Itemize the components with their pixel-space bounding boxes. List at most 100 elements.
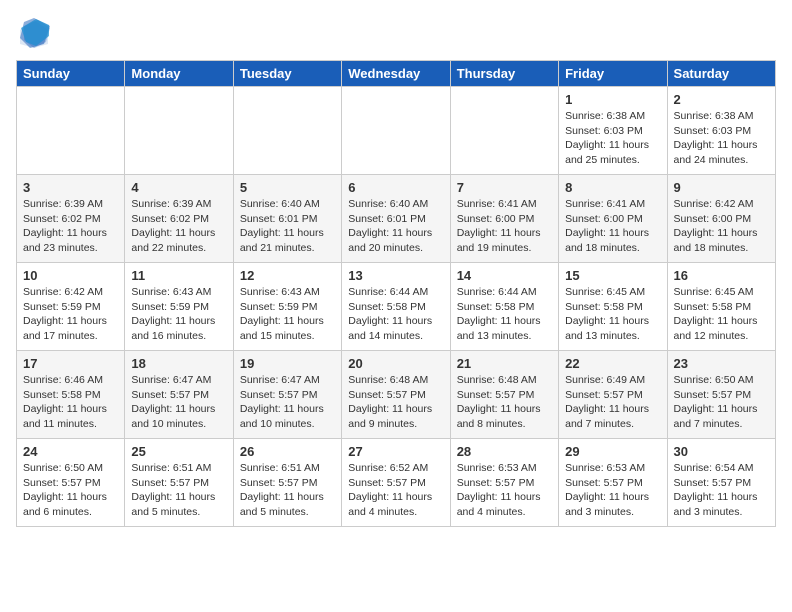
day-header-saturday: Saturday	[667, 61, 775, 87]
calendar-cell: 16 Sunrise: 6:45 AM Sunset: 5:58 PM Dayli…	[667, 263, 775, 351]
calendar-week-row: 10 Sunrise: 6:42 AM Sunset: 5:59 PM Dayli…	[17, 263, 776, 351]
day-header-monday: Monday	[125, 61, 233, 87]
calendar-cell: 5 Sunrise: 6:40 AM Sunset: 6:01 PM Daylig…	[233, 175, 341, 263]
day-info: Sunrise: 6:53 AM Sunset: 5:57 PM Dayligh…	[565, 461, 660, 520]
day-number: 4	[131, 180, 226, 195]
day-info: Sunrise: 6:41 AM Sunset: 6:00 PM Dayligh…	[565, 197, 660, 256]
day-number: 5	[240, 180, 335, 195]
calendar-cell: 24 Sunrise: 6:50 AM Sunset: 5:57 PM Dayli…	[17, 439, 125, 527]
day-info: Sunrise: 6:52 AM Sunset: 5:57 PM Dayligh…	[348, 461, 443, 520]
calendar-body: 1Sunrise: 6:38 AM Sunset: 6:03 PM Daylig…	[17, 87, 776, 527]
calendar-cell: 2 Sunrise: 6:38 AM Sunset: 6:03 PM Daylig…	[667, 87, 775, 175]
day-header-sunday: Sunday	[17, 61, 125, 87]
day-info: Sunrise: 6:51 AM Sunset: 5:57 PM Dayligh…	[131, 461, 226, 520]
calendar-cell: 28Sunrise: 6:53 AM Sunset: 5:57 PM Dayli…	[450, 439, 558, 527]
calendar-cell: 3 Sunrise: 6:39 AM Sunset: 6:02 PM Daylig…	[17, 175, 125, 263]
calendar-cell: 17 Sunrise: 6:46 AM Sunset: 5:58 PM Dayli…	[17, 351, 125, 439]
day-info: Sunrise: 6:49 AM Sunset: 5:57 PM Dayligh…	[565, 373, 660, 432]
day-number: 21	[457, 356, 552, 371]
day-info: Sunrise: 6:42 AM Sunset: 5:59 PM Dayligh…	[23, 285, 118, 344]
calendar-cell: 14Sunrise: 6:44 AM Sunset: 5:58 PM Dayli…	[450, 263, 558, 351]
day-info: Sunrise: 6:45 AM Sunset: 5:58 PM Dayligh…	[565, 285, 660, 344]
calendar-table: SundayMondayTuesdayWednesdayThursdayFrid…	[16, 60, 776, 527]
day-info: Sunrise: 6:44 AM Sunset: 5:58 PM Dayligh…	[348, 285, 443, 344]
day-info: Sunrise: 6:38 AM Sunset: 6:03 PM Dayligh…	[674, 109, 769, 168]
calendar-week-row: 1Sunrise: 6:38 AM Sunset: 6:03 PM Daylig…	[17, 87, 776, 175]
day-number: 2	[674, 92, 769, 107]
logo-icon	[16, 16, 52, 52]
day-number: 26	[240, 444, 335, 459]
calendar-cell	[17, 87, 125, 175]
calendar-cell: 11 Sunrise: 6:43 AM Sunset: 5:59 PM Dayli…	[125, 263, 233, 351]
day-info: Sunrise: 6:47 AM Sunset: 5:57 PM Dayligh…	[240, 373, 335, 432]
day-info: Sunrise: 6:45 AM Sunset: 5:58 PM Dayligh…	[674, 285, 769, 344]
day-number: 25	[131, 444, 226, 459]
calendar-cell: 9Sunrise: 6:42 AM Sunset: 6:00 PM Daylig…	[667, 175, 775, 263]
calendar-cell: 21 Sunrise: 6:48 AM Sunset: 5:57 PM Dayli…	[450, 351, 558, 439]
day-info: Sunrise: 6:47 AM Sunset: 5:57 PM Dayligh…	[131, 373, 226, 432]
day-info: Sunrise: 6:40 AM Sunset: 6:01 PM Dayligh…	[240, 197, 335, 256]
day-number: 28	[457, 444, 552, 459]
calendar-cell: 30 Sunrise: 6:54 AM Sunset: 5:57 PM Dayli…	[667, 439, 775, 527]
calendar-cell	[342, 87, 450, 175]
day-number: 10	[23, 268, 118, 283]
day-number: 11	[131, 268, 226, 283]
calendar-header-row: SundayMondayTuesdayWednesdayThursdayFrid…	[17, 61, 776, 87]
day-info: Sunrise: 6:50 AM Sunset: 5:57 PM Dayligh…	[23, 461, 118, 520]
calendar-cell: 26 Sunrise: 6:51 AM Sunset: 5:57 PM Dayli…	[233, 439, 341, 527]
day-header-wednesday: Wednesday	[342, 61, 450, 87]
day-number: 29	[565, 444, 660, 459]
day-info: Sunrise: 6:50 AM Sunset: 5:57 PM Dayligh…	[674, 373, 769, 432]
day-info: Sunrise: 6:43 AM Sunset: 5:59 PM Dayligh…	[240, 285, 335, 344]
day-info: Sunrise: 6:48 AM Sunset: 5:57 PM Dayligh…	[457, 373, 552, 432]
calendar-cell: 27 Sunrise: 6:52 AM Sunset: 5:57 PM Dayli…	[342, 439, 450, 527]
calendar-cell: 18 Sunrise: 6:47 AM Sunset: 5:57 PM Dayli…	[125, 351, 233, 439]
calendar-week-row: 24 Sunrise: 6:50 AM Sunset: 5:57 PM Dayli…	[17, 439, 776, 527]
day-number: 27	[348, 444, 443, 459]
calendar-cell: 15Sunrise: 6:45 AM Sunset: 5:58 PM Dayli…	[559, 263, 667, 351]
logo	[16, 16, 56, 52]
day-info: Sunrise: 6:41 AM Sunset: 6:00 PM Dayligh…	[457, 197, 552, 256]
calendar-cell: 22Sunrise: 6:49 AM Sunset: 5:57 PM Dayli…	[559, 351, 667, 439]
calendar-cell: 25 Sunrise: 6:51 AM Sunset: 5:57 PM Dayli…	[125, 439, 233, 527]
calendar-cell: 7 Sunrise: 6:41 AM Sunset: 6:00 PM Daylig…	[450, 175, 558, 263]
calendar-cell	[233, 87, 341, 175]
day-info: Sunrise: 6:46 AM Sunset: 5:58 PM Dayligh…	[23, 373, 118, 432]
day-info: Sunrise: 6:43 AM Sunset: 5:59 PM Dayligh…	[131, 285, 226, 344]
page-header	[16, 16, 776, 52]
day-info: Sunrise: 6:40 AM Sunset: 6:01 PM Dayligh…	[348, 197, 443, 256]
calendar-cell	[125, 87, 233, 175]
day-number: 17	[23, 356, 118, 371]
day-number: 6	[348, 180, 443, 195]
day-info: Sunrise: 6:39 AM Sunset: 6:02 PM Dayligh…	[23, 197, 118, 256]
day-number: 19	[240, 356, 335, 371]
calendar-cell: 6 Sunrise: 6:40 AM Sunset: 6:01 PM Daylig…	[342, 175, 450, 263]
day-header-tuesday: Tuesday	[233, 61, 341, 87]
calendar-week-row: 3 Sunrise: 6:39 AM Sunset: 6:02 PM Daylig…	[17, 175, 776, 263]
day-number: 9	[674, 180, 769, 195]
day-info: Sunrise: 6:51 AM Sunset: 5:57 PM Dayligh…	[240, 461, 335, 520]
day-number: 18	[131, 356, 226, 371]
day-number: 3	[23, 180, 118, 195]
day-number: 12	[240, 268, 335, 283]
calendar-cell: 8 Sunrise: 6:41 AM Sunset: 6:00 PM Daylig…	[559, 175, 667, 263]
calendar-cell	[450, 87, 558, 175]
day-number: 16	[674, 268, 769, 283]
calendar-cell: 29 Sunrise: 6:53 AM Sunset: 5:57 PM Dayli…	[559, 439, 667, 527]
day-info: Sunrise: 6:54 AM Sunset: 5:57 PM Dayligh…	[674, 461, 769, 520]
day-header-friday: Friday	[559, 61, 667, 87]
day-info: Sunrise: 6:39 AM Sunset: 6:02 PM Dayligh…	[131, 197, 226, 256]
day-number: 23	[674, 356, 769, 371]
day-number: 30	[674, 444, 769, 459]
calendar-cell: 20Sunrise: 6:48 AM Sunset: 5:57 PM Dayli…	[342, 351, 450, 439]
day-number: 20	[348, 356, 443, 371]
day-number: 13	[348, 268, 443, 283]
day-number: 24	[23, 444, 118, 459]
calendar-cell: 1Sunrise: 6:38 AM Sunset: 6:03 PM Daylig…	[559, 87, 667, 175]
calendar-cell: 13 Sunrise: 6:44 AM Sunset: 5:58 PM Dayli…	[342, 263, 450, 351]
day-info: Sunrise: 6:44 AM Sunset: 5:58 PM Dayligh…	[457, 285, 552, 344]
day-number: 8	[565, 180, 660, 195]
calendar-week-row: 17 Sunrise: 6:46 AM Sunset: 5:58 PM Dayli…	[17, 351, 776, 439]
day-number: 7	[457, 180, 552, 195]
day-info: Sunrise: 6:38 AM Sunset: 6:03 PM Dayligh…	[565, 109, 660, 168]
